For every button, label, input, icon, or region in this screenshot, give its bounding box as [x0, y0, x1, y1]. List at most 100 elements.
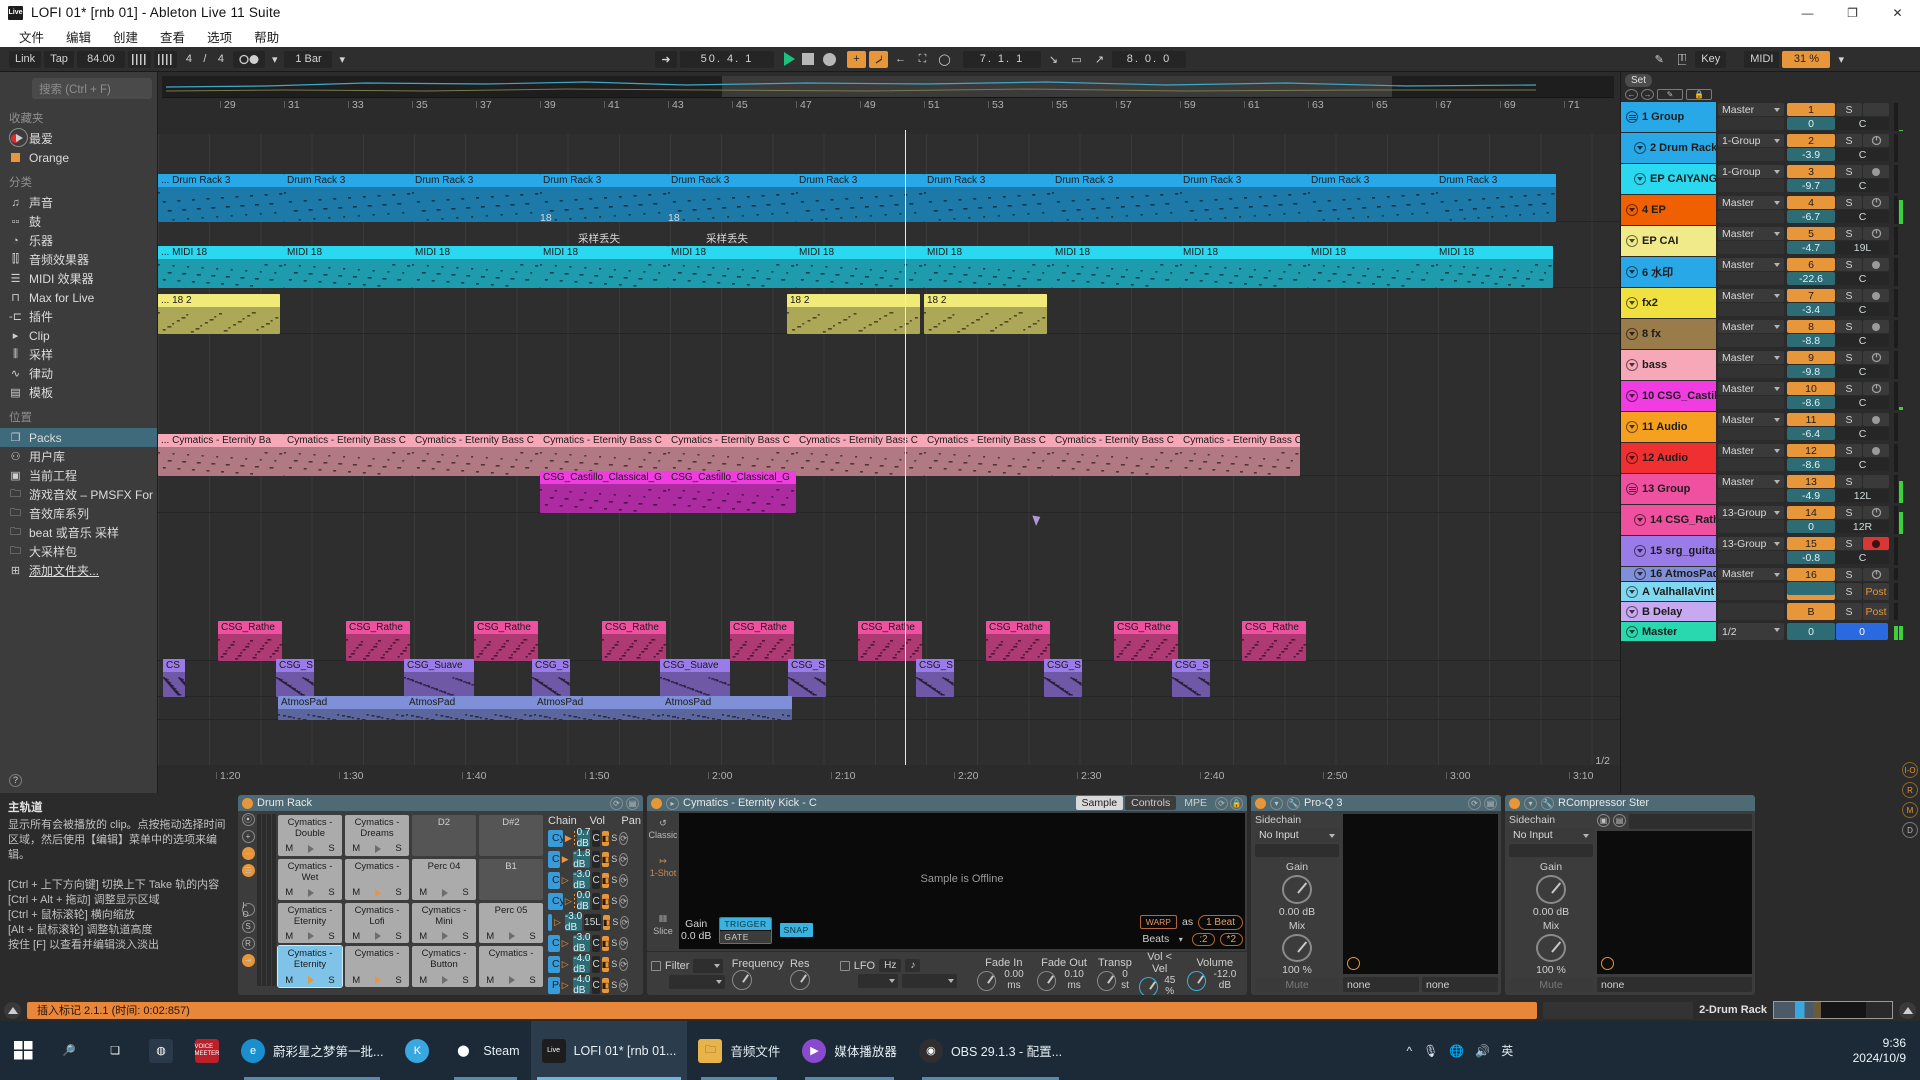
arrangement-clip[interactable]: AtmosPad [278, 696, 406, 720]
return-activator[interactable]: B [1787, 603, 1835, 620]
chain-volume[interactable]: 0.7 dB [576, 827, 591, 849]
loop-start-field[interactable]: 7. 1. 1 [963, 50, 1041, 68]
menu-options[interactable]: 选项 [196, 25, 243, 48]
solo-button[interactable]: S [1836, 537, 1862, 550]
chain-name[interactable]: Cymatics - E... [548, 829, 563, 847]
category-item-drums[interactable]: ▫▫ 鼓 [0, 212, 157, 231]
double-button[interactable]: *2 [1219, 932, 1243, 946]
gain-knob[interactable] [1282, 875, 1312, 904]
solo-button[interactable]: S [1836, 413, 1862, 426]
return-track-row[interactable]: B Delay B S Post [1621, 602, 1920, 621]
drum-pad[interactable]: Cymatics -MS [479, 946, 543, 987]
track-volume[interactable] [1787, 582, 1835, 595]
solo-button[interactable]: S [1836, 196, 1862, 209]
drum-pad[interactable]: Cymatics - Dreams M S [345, 815, 409, 856]
arm-button[interactable] [1863, 351, 1889, 364]
track-volume[interactable]: -22.6 [1787, 272, 1835, 285]
midi-map-button[interactable]: MIDI [1744, 50, 1780, 68]
mode-slice-button[interactable]: ⦀⦀ Slice [653, 913, 673, 937]
category-item-clip[interactable]: ▸ Clip [0, 326, 157, 345]
arrangement-clip[interactable]: CSG_S [916, 659, 954, 697]
track-activator[interactable]: 1 [1787, 103, 1835, 116]
place-item-user-library[interactable]: ⚇ 用户库 [0, 447, 157, 466]
key-map-button[interactable]: Key [1695, 50, 1727, 68]
snap-button[interactable]: SNAP [779, 923, 813, 937]
track-pan[interactable]: C [1836, 365, 1889, 378]
category-item-midi-effects[interactable]: ☰ MIDI 效果器 [0, 269, 157, 288]
taskbar-item-obs[interactable]: ◉ OBS 29.1.3 - 配置... [908, 1021, 1073, 1080]
chain-mute-button[interactable]: ◧ [601, 830, 610, 846]
track-fold-icon[interactable] [1634, 568, 1646, 580]
pad-play-icon[interactable] [374, 844, 381, 853]
solo-button[interactable]: S [1836, 603, 1862, 620]
track-output-select[interactable]: Master [1718, 444, 1784, 457]
track-list[interactable]: 1 Group Master 1 S 0 C 2 Drum Rack 1-Group 2 S -3.… [1621, 102, 1920, 641]
track-pan[interactable]: 12R [1836, 520, 1889, 533]
cymatics-bass-lane[interactable]: ... Cymatics - Eternity Ba Cymatics - Ete… [158, 434, 1620, 476]
track-pan[interactable]: 12L [1836, 489, 1889, 502]
track-output-channel[interactable] [1718, 551, 1784, 564]
browser-preview-button[interactable] [9, 128, 28, 147]
menu-create[interactable]: 创建 [102, 25, 149, 48]
chain-solo-button[interactable]: S [611, 893, 618, 909]
drum-pad[interactable]: B1 [479, 858, 543, 900]
solo-button[interactable]: S [1836, 382, 1862, 395]
track-pan[interactable]: C [1836, 303, 1889, 316]
arrangement-clip[interactable]: ... Drum Rack 3 [158, 174, 284, 222]
time-sig-denominator[interactable]: 4 [212, 51, 230, 68]
track-pan[interactable]: 19L [1836, 241, 1889, 254]
drum-rack-overview-grid[interactable] [257, 814, 277, 986]
device-simpler[interactable]: ▸ Cymatics - Eternity Kick - C Sample Co… [647, 795, 1247, 995]
chain-play-icon[interactable]: ▷ [554, 917, 561, 928]
track-output-channel[interactable] [1718, 396, 1784, 409]
arrangement-clip[interactable]: MIDI 18 [412, 246, 540, 288]
drum-pad[interactable]: Perc 04 M S [412, 858, 476, 900]
track-row[interactable]: 13 Group Master 13 S -4.9 12L [1621, 474, 1920, 504]
device-fold-icon[interactable]: ▾ [1270, 796, 1283, 810]
track-fold-icon[interactable] [1626, 585, 1638, 598]
chain-pan[interactable]: C [592, 934, 600, 952]
group-fold-icon[interactable] [1626, 111, 1638, 123]
arrangement-clip[interactable]: ... Cymatics - Eternity Ba [158, 434, 284, 476]
master-track-row[interactable]: Master 1/2 0 0 [1621, 622, 1920, 641]
track-fold-icon[interactable] [1626, 266, 1638, 278]
track-activator[interactable]: 14 [1787, 506, 1835, 519]
arrangement-clip[interactable]: CSG_Rathe [730, 621, 794, 661]
cortana-button[interactable]: ◍ [138, 1021, 184, 1080]
chain-play-icon[interactable]: ▶ [565, 833, 572, 844]
simpler-mode-column[interactable]: ↺ Classic ↦ 1-Shot ⦀⦀ Slice [647, 811, 679, 951]
chain-hotswap-icon[interactable]: ⟳ [619, 873, 628, 887]
drum-pad[interactable]: Cymatics - Mini M S [412, 902, 476, 944]
taskbar-item-ableton[interactable]: Live LOFI 01* [rnb 01... [530, 1021, 688, 1080]
track-output-select[interactable]: Master [1718, 320, 1784, 333]
arm-button[interactable] [1863, 320, 1889, 333]
re-enable-automation-icon[interactable]: ← [891, 51, 910, 68]
track-name[interactable]: 12 Audio [1621, 443, 1716, 473]
track-output-channel[interactable] [1718, 334, 1784, 347]
drum-pad[interactable]: Cymatics - Double M S [278, 815, 342, 856]
plugin-display[interactable] [1597, 831, 1752, 974]
drum-rack-chain-icon[interactable]: ⦿ [241, 813, 255, 826]
loop-length-field[interactable]: 8. 0. 0 [1112, 50, 1186, 68]
sidechain-input-select[interactable]: No Input [1509, 828, 1593, 843]
beats-dropdown-icon[interactable]: ▾ [1174, 933, 1187, 946]
track-name[interactable]: 2 Drum Rack [1621, 133, 1716, 163]
track-output-channel[interactable] [1718, 272, 1784, 285]
chain-volume[interactable]: -3.0 dB [564, 911, 583, 933]
menu-file[interactable]: 文件 [8, 25, 55, 48]
chain-row[interactable]: Cymatics - B...▷ -3.0 dBC◧S⟳ [548, 869, 641, 891]
eq-band-handle[interactable] [1347, 957, 1360, 970]
arrangement-clip[interactable]: Cymatics - Eternity Bass C [412, 434, 540, 476]
mute-button[interactable]: Mute [1255, 977, 1339, 992]
arrangement-marker[interactable]: 采样丢失 [578, 231, 620, 246]
track-volume[interactable]: -0.8 [1787, 551, 1835, 564]
filter-toggle[interactable] [651, 960, 661, 971]
drum-pad[interactable]: Perc 05 M S [479, 902, 543, 944]
track-volume[interactable]: -8.8 [1787, 334, 1835, 347]
arrangement-lanes[interactable]: ... Drum Rack 3 Drum Rack 3 Drum Rack 3 Dru… [158, 134, 1620, 765]
arm-button[interactable] [1863, 227, 1889, 240]
track-output-select[interactable]: Master [1718, 382, 1784, 395]
maximize-button[interactable]: ❐ [1830, 0, 1875, 25]
track-output-channel[interactable] [1718, 148, 1784, 161]
track-pan[interactable]: C [1836, 551, 1889, 564]
